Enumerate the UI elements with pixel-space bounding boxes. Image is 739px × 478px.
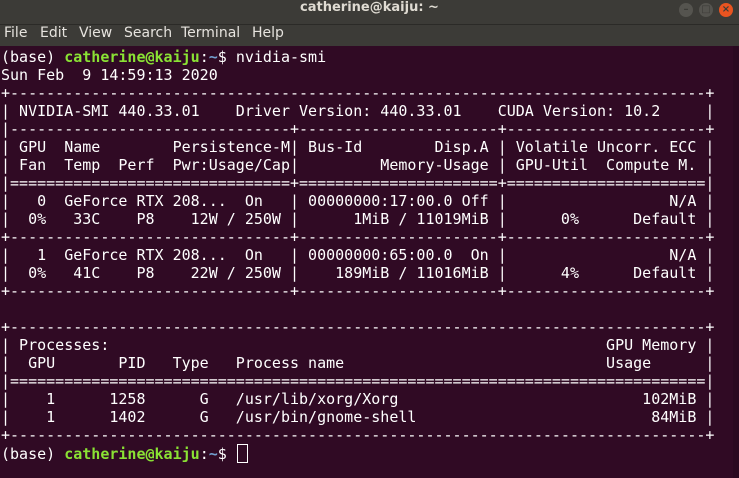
output-line: | 0% 33C P8 12W / 250W | 1MiB / 11019MiB… (1, 210, 715, 228)
output-line: | NVIDIA-SMI 440.33.01 Driver Version: 4… (1, 102, 715, 120)
output-line: | 1 1258 G /usr/lib/xorg/Xorg 102MiB | (1, 390, 715, 408)
prompt-symbol: $ (217, 48, 227, 66)
maximize-icon[interactable]: □ (699, 3, 713, 17)
prompt-line[interactable]: (base) catherine@kaiju:~$ (1, 444, 248, 463)
minimize-icon[interactable]: – (679, 3, 693, 17)
scrollbar[interactable] (733, 46, 739, 478)
menu-view[interactable]: View (79, 25, 112, 46)
output-line: +---------------------------------------… (1, 426, 715, 444)
prompt-userhost: catherine@kaiju (64, 445, 200, 463)
output-line: Sun Feb 9 14:59:13 2020 (1, 66, 218, 84)
terminal-area[interactable]: (base) catherine@kaiju:~$ nvidia-smi Sun… (0, 46, 739, 478)
prompt-path: ~ (208, 445, 218, 463)
output-line: +---------------------------------------… (1, 318, 715, 336)
output-line: |===============================+=======… (1, 174, 715, 192)
output-line: | 1 1402 G /usr/bin/gnome-shell 84MiB | (1, 408, 715, 426)
prompt-path: ~ (208, 48, 218, 66)
output-line: | Fan Temp Perf Pwr:Usage/Cap| Memory-Us… (1, 156, 715, 174)
command-text: nvidia-smi (235, 48, 327, 66)
menu-terminal[interactable]: Terminal (181, 25, 240, 46)
text-cursor (236, 444, 248, 463)
prompt-symbol: $ (217, 445, 227, 463)
title-bar: catherine@kaiju: ~ – □ × (0, 0, 739, 25)
prompt-env: (base) (1, 48, 56, 66)
output-line: +---------------------------------------… (1, 84, 715, 102)
menu-help[interactable]: Help (252, 25, 284, 46)
output-line: | Processes: GPU Memory | (1, 336, 715, 354)
output-line: | 0% 41C P8 22W / 250W | 189MiB / 11016M… (1, 264, 715, 282)
output-line: +-------------------------------+-------… (1, 228, 715, 246)
prompt-userhost: catherine@kaiju (64, 48, 200, 66)
menu-file[interactable]: File (4, 25, 27, 46)
close-icon[interactable]: × (719, 3, 733, 17)
output-line: +-------------------------------+-------… (1, 282, 715, 300)
output-line: | GPU Name Persistence-M| Bus-Id Disp.A … (1, 138, 715, 156)
output-line: | 1 GeForce RTX 208... On | 00000000:65:… (1, 246, 715, 264)
menu-bar: File Edit View Search Terminal Help (0, 25, 739, 46)
command-line: (base) catherine@kaiju:~$ nvidia-smi (1, 48, 326, 66)
output-line: |-------------------------------+-------… (1, 120, 715, 138)
menu-search[interactable]: Search (124, 25, 172, 46)
prompt-env: (base) (1, 445, 56, 463)
prompt-sep: : (199, 48, 209, 66)
output-line: | 0 GeForce RTX 208... On | 00000000:17:… (1, 192, 715, 210)
prompt-sep: : (199, 445, 209, 463)
menu-edit[interactable]: Edit (40, 25, 67, 46)
window-title: catherine@kaiju: ~ (300, 0, 439, 15)
output-line: | GPU PID Type Process name Usage | (1, 354, 715, 372)
output-line: |=======================================… (1, 372, 715, 390)
